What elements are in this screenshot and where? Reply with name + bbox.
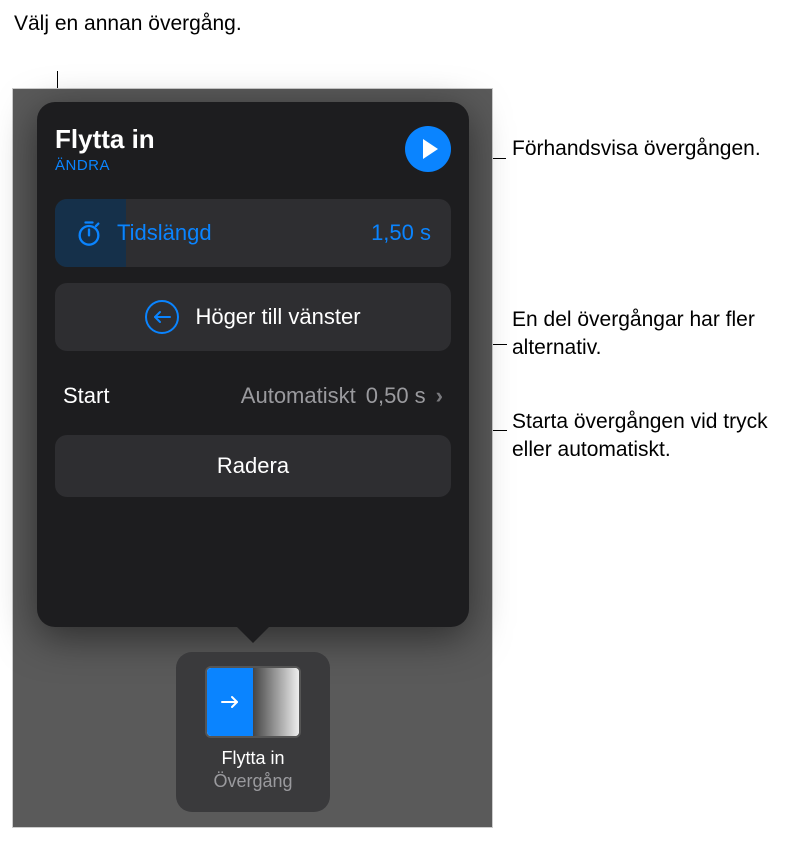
screenshot-frame: Flytta in ÄNDRA Tidslängd 1 xyxy=(12,88,493,828)
arrow-left-icon xyxy=(145,300,179,334)
popover-header: Flytta in ÄNDRA xyxy=(55,124,451,174)
arrow-right-icon xyxy=(220,695,240,709)
change-button[interactable]: ÄNDRA xyxy=(55,157,155,174)
thumbnail-subtitle: Övergång xyxy=(213,771,292,792)
callout-options: En del övergångar har fler alternativ. xyxy=(512,306,798,363)
transition-title: Flytta in xyxy=(55,124,155,155)
play-icon xyxy=(423,139,438,159)
callout-change: Välj en annan övergång. xyxy=(14,10,242,38)
start-row[interactable]: Start Automatiskt 0,50 s › xyxy=(55,367,451,435)
delete-button[interactable]: Radera xyxy=(55,435,451,497)
title-block: Flytta in ÄNDRA xyxy=(55,124,155,174)
start-label: Start xyxy=(63,383,109,409)
delete-label: Radera xyxy=(217,453,289,479)
preview-play-button[interactable] xyxy=(405,126,451,172)
thumbnail-name: Flytta in xyxy=(221,748,284,769)
thumbnail-preview xyxy=(205,666,301,738)
duration-slider[interactable]: Tidslängd 1,50 s xyxy=(55,199,451,267)
popover-tail xyxy=(235,625,271,643)
direction-button[interactable]: Höger till vänster xyxy=(55,283,451,351)
start-mode: Automatiskt xyxy=(241,383,356,409)
timer-icon xyxy=(75,219,103,247)
callout-preview: Förhandsvisa övergången. xyxy=(512,135,761,163)
duration-label: Tidslängd xyxy=(117,220,212,246)
direction-label: Höger till vänster xyxy=(195,304,360,330)
start-value-group: Automatiskt 0,50 s › xyxy=(241,383,443,409)
start-delay: 0,50 s xyxy=(366,383,426,409)
duration-value: 1,50 s xyxy=(371,220,431,246)
chevron-right-icon: › xyxy=(436,383,443,409)
callout-start: Starta övergången vid tryck eller automa… xyxy=(512,408,798,465)
transition-thumbnail[interactable]: Flytta in Övergång xyxy=(176,652,330,812)
transition-popover: Flytta in ÄNDRA Tidslängd 1 xyxy=(37,102,469,627)
